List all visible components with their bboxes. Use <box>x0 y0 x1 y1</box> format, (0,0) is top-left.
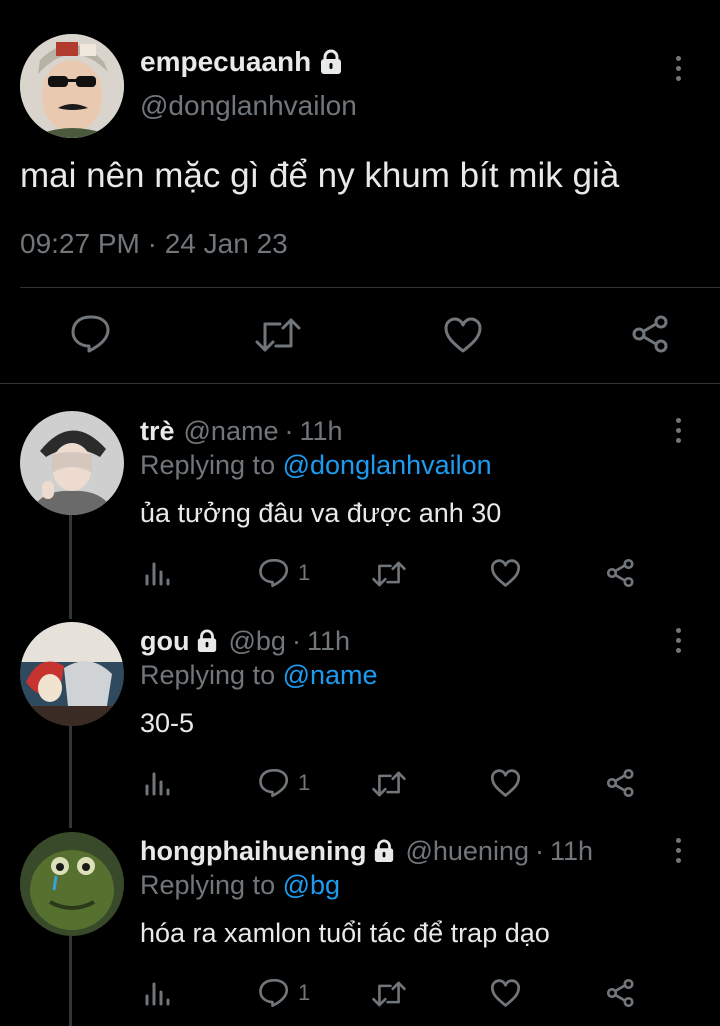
avatar[interactable] <box>20 34 124 138</box>
reply-button[interactable] <box>70 314 112 354</box>
reply-icon <box>259 768 289 798</box>
reply-count: 1 <box>298 770 311 795</box>
reply-text: ủa tưởng đâu va được anh 30 <box>140 498 502 528</box>
replying-label: Replying to <box>140 660 276 690</box>
reply-icon <box>71 315 110 353</box>
share-button[interactable] <box>631 314 671 354</box>
retweet-button[interactable] <box>371 980 407 1008</box>
handle[interactable]: @name <box>184 416 279 447</box>
divider <box>0 383 720 384</box>
like-icon <box>444 317 482 353</box>
like-icon <box>490 979 521 1007</box>
more-options-icon[interactable] <box>673 838 683 863</box>
replying-to-link[interactable]: @bg <box>283 870 340 900</box>
share-icon <box>606 768 634 798</box>
avatar[interactable] <box>20 832 124 936</box>
profile-photo-icon <box>20 832 124 936</box>
replying-label: Replying to <box>140 450 276 480</box>
replying-label: Replying to <box>140 870 276 900</box>
handle[interactable]: @huening <box>405 836 529 867</box>
retweet-button[interactable] <box>371 560 407 588</box>
analytics-icon <box>145 562 170 586</box>
analytics-button[interactable] <box>144 770 170 796</box>
tweet-text: mai nên mặc gì để ny khum bít mik già <box>20 156 620 195</box>
time[interactable]: 11h <box>307 626 350 657</box>
more-options-icon[interactable] <box>673 418 683 443</box>
avatar[interactable] <box>20 622 124 726</box>
replying-to-link[interactable]: @name <box>283 660 378 690</box>
analytics-icon <box>145 772 170 796</box>
share-button[interactable] <box>606 768 636 798</box>
analytics-button[interactable] <box>144 560 170 586</box>
retweet-icon <box>255 318 301 352</box>
reply-button[interactable]: 1 <box>258 768 310 798</box>
lock-icon <box>319 49 343 75</box>
more-options-icon[interactable] <box>673 628 683 653</box>
like-button[interactable] <box>443 316 483 354</box>
retweet-icon <box>372 771 406 797</box>
reply-count: 1 <box>298 980 311 1005</box>
avatar[interactable] <box>20 411 124 515</box>
analytics-button[interactable] <box>144 980 170 1006</box>
like-button[interactable] <box>490 978 521 1008</box>
analytics-icon <box>145 982 170 1006</box>
thread-line <box>69 726 72 828</box>
like-icon <box>490 559 521 587</box>
handle[interactable]: @donglanhvailon <box>140 90 357 122</box>
reply-icon <box>259 558 289 588</box>
display-name[interactable]: empecuaanh <box>140 46 311 78</box>
share-icon <box>606 978 634 1008</box>
retweet-icon <box>372 981 406 1007</box>
time[interactable]: 11h <box>550 836 593 867</box>
reply-count: 1 <box>298 560 311 585</box>
handle[interactable]: @bg <box>228 626 285 657</box>
thread-line <box>69 936 72 1026</box>
reply-text: hóa ra xamlon tuổi tác để trap dạo <box>140 918 550 948</box>
reply-icon <box>259 978 289 1008</box>
display-name[interactable]: gou <box>140 626 189 657</box>
share-icon <box>606 558 634 588</box>
share-button[interactable] <box>606 558 636 588</box>
retweet-icon <box>372 561 406 587</box>
retweet-button[interactable] <box>254 316 302 354</box>
reply-button[interactable]: 1 <box>258 558 310 588</box>
divider <box>20 287 720 288</box>
display-name[interactable]: trè <box>140 416 175 447</box>
profile-photo-icon <box>20 622 124 726</box>
replying-to-link[interactable]: @donglanhvailon <box>283 450 492 480</box>
display-name[interactable]: hongphaihuening <box>140 836 366 867</box>
share-icon <box>632 315 668 353</box>
profile-photo-icon <box>20 34 124 138</box>
lock-icon <box>373 839 395 863</box>
more-options-icon[interactable] <box>673 56 683 81</box>
profile-photo-icon <box>20 411 124 515</box>
like-icon <box>490 769 521 797</box>
thread-line <box>69 515 72 619</box>
separator-dot: · <box>291 625 301 656</box>
separator-dot: · <box>284 415 294 446</box>
timestamp[interactable]: 09:27 PM · 24 Jan 23 <box>20 228 288 260</box>
separator-dot: · <box>534 835 544 866</box>
reply-button[interactable]: 1 <box>258 978 310 1008</box>
retweet-button[interactable] <box>371 770 407 798</box>
share-button[interactable] <box>606 978 636 1008</box>
like-button[interactable] <box>490 558 521 588</box>
time[interactable]: 11h <box>299 416 342 447</box>
reply-text: 30-5 <box>140 708 195 738</box>
like-button[interactable] <box>490 768 521 798</box>
lock-icon <box>196 629 218 653</box>
